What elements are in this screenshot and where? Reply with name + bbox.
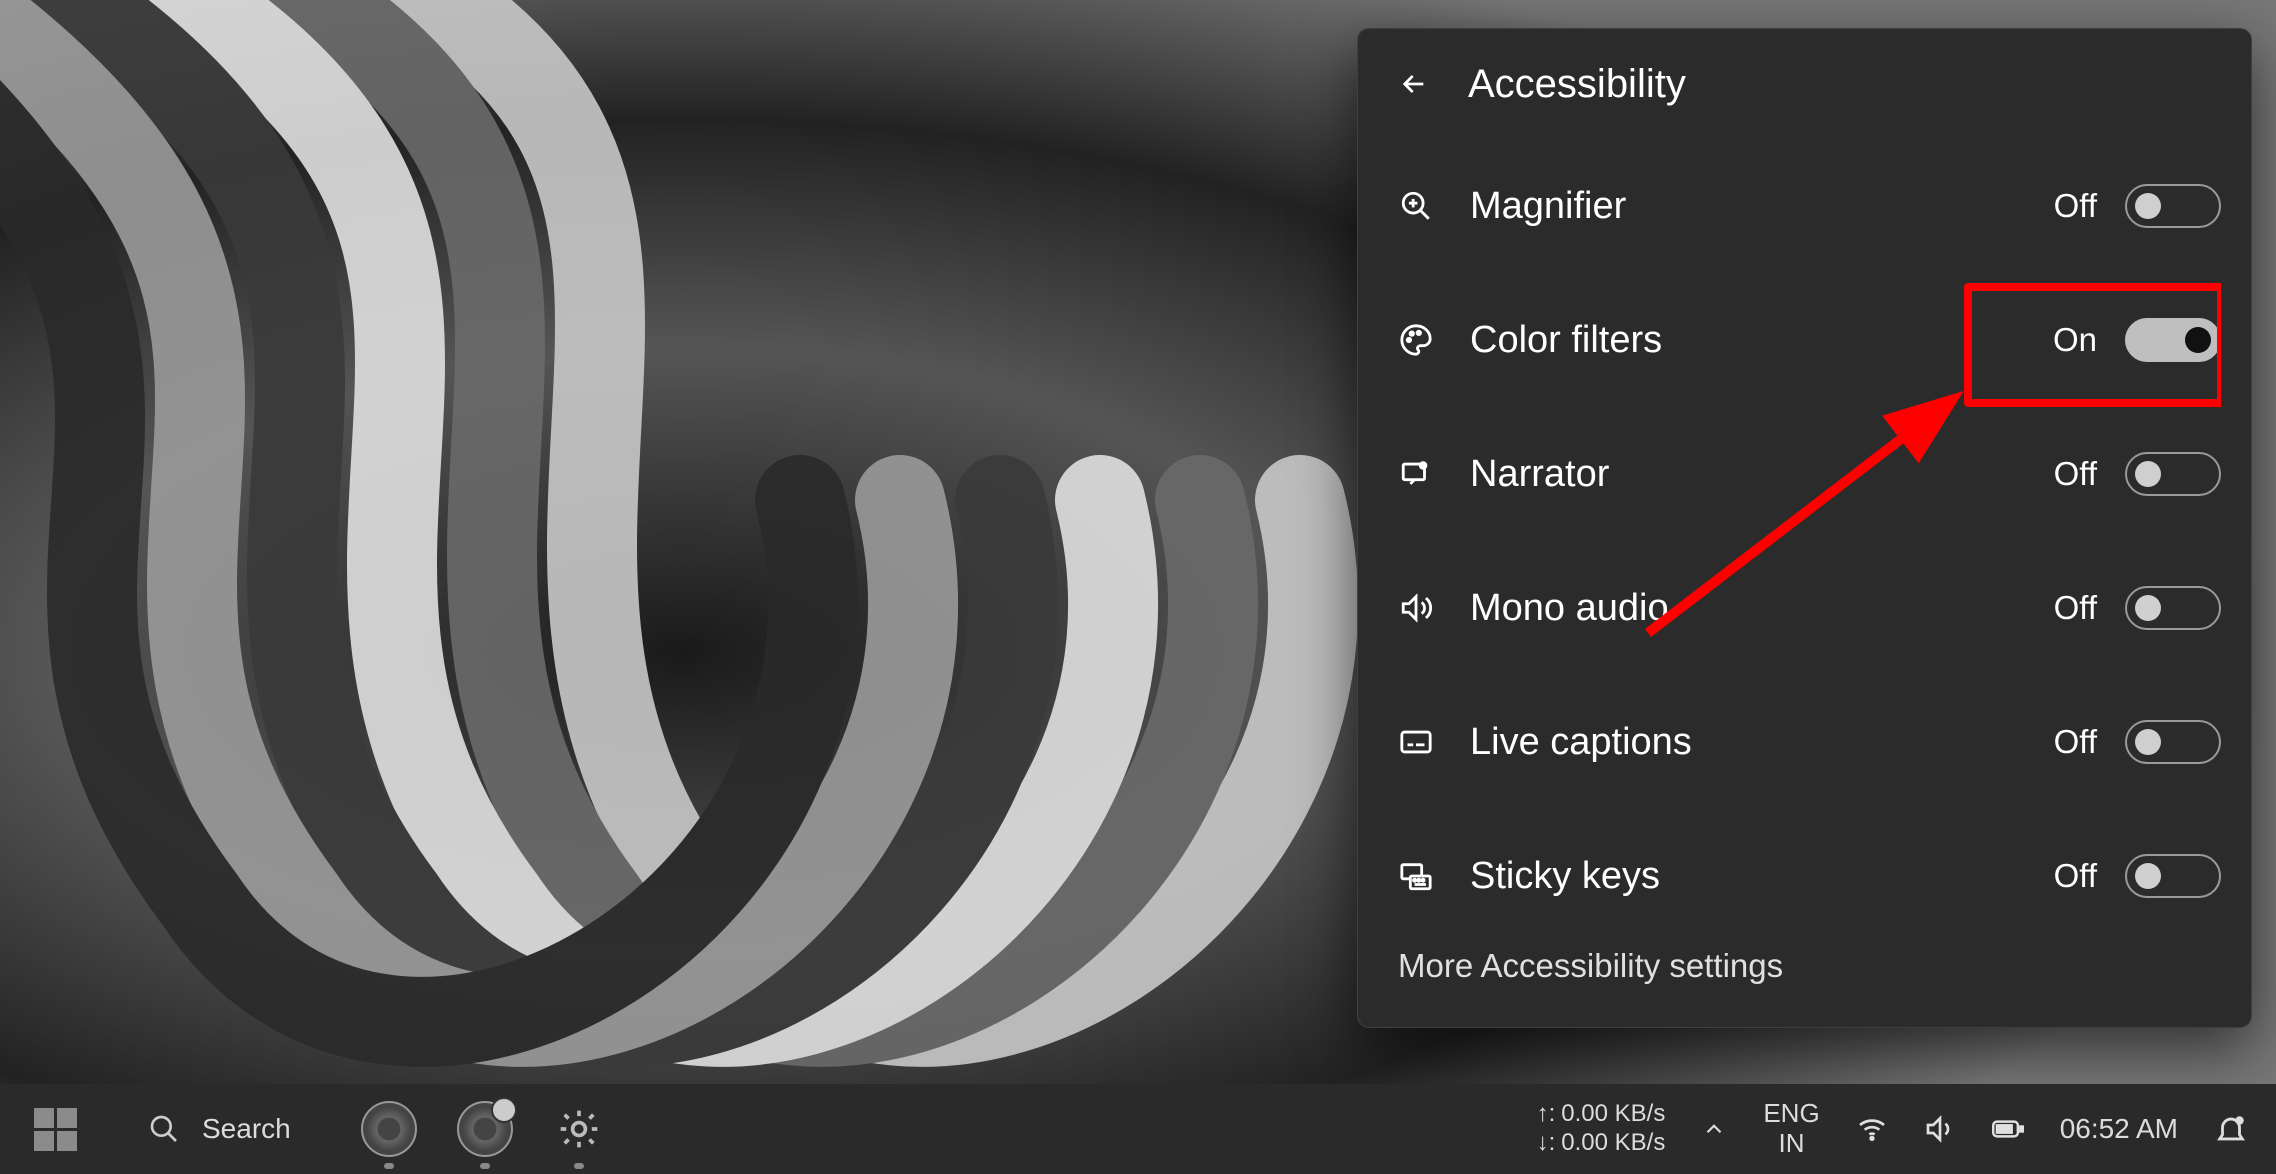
toggle-color-filters[interactable] (2125, 318, 2221, 362)
magnifier-icon (1398, 188, 1434, 224)
panel-title: Accessibility (1468, 62, 1686, 107)
back-button[interactable] (1398, 68, 1430, 100)
setting-row-mono-audio[interactable]: Mono audio Off (1398, 541, 2221, 675)
taskbar-pinned-apps (361, 1101, 605, 1157)
taskbar-search[interactable]: Search (148, 1113, 291, 1145)
toggle-magnifier[interactable] (2125, 184, 2221, 228)
network-stats[interactable]: ↑: 0.00 KB/s ↓: 0.00 KB/s (1537, 1100, 1666, 1158)
more-accessibility-link[interactable]: More Accessibility settings (1398, 947, 2221, 985)
setting-label: Color filters (1470, 319, 2053, 362)
toggle-live-captions[interactable] (2125, 720, 2221, 764)
setting-label: Sticky keys (1470, 855, 2054, 898)
setting-row-narrator[interactable]: Narrator Off (1398, 407, 2221, 541)
setting-label: Mono audio (1470, 587, 2054, 630)
setting-row-live-captions[interactable]: Live captions Off (1398, 675, 2221, 809)
setting-status: On (2053, 321, 2097, 359)
palette-icon (1398, 322, 1434, 358)
setting-status: Off (2054, 589, 2097, 627)
keyboard-icon (1398, 858, 1434, 894)
setting-label: Magnifier (1470, 185, 2054, 228)
toggle-narrator[interactable] (2125, 452, 2221, 496)
panel-body: Magnifier Off Color filters On Narrator (1398, 139, 2221, 1027)
speaker-icon (1398, 590, 1434, 626)
accessibility-panel: Accessibility Magnifier Off Color filter… (1357, 28, 2252, 1028)
taskbar-app-opera-gx[interactable] (457, 1101, 513, 1157)
arrow-up-icon: ↑: (1537, 1100, 1556, 1129)
start-button[interactable] (22, 1096, 88, 1162)
taskbar: Search ↑: 0.00 KB/s ↓: 0.00 KB/s ENG IN (0, 1084, 2276, 1174)
setting-status: Off (2054, 455, 2097, 493)
setting-status: Off (2054, 187, 2097, 225)
language-indicator[interactable]: ENG IN (1763, 1099, 1819, 1159)
setting-status: Off (2054, 857, 2097, 895)
setting-row-magnifier[interactable]: Magnifier Off (1398, 139, 2221, 273)
setting-label: Live captions (1470, 721, 2054, 764)
wifi-icon (1856, 1113, 1888, 1145)
tray-overflow-button[interactable] (1701, 1116, 1727, 1142)
taskbar-app-opera[interactable] (361, 1101, 417, 1157)
narrator-icon (1398, 456, 1434, 492)
clock[interactable]: 06:52 AM (2060, 1113, 2178, 1145)
panel-header: Accessibility (1398, 29, 2221, 139)
taskbar-app-settings[interactable] (553, 1103, 605, 1155)
toggle-mono-audio[interactable] (2125, 586, 2221, 630)
system-tray: ↑: 0.00 KB/s ↓: 0.00 KB/s ENG IN 06:52 A… (1537, 1099, 2276, 1159)
captions-icon (1398, 724, 1434, 760)
windows-logo-icon (34, 1108, 77, 1151)
gear-icon (557, 1107, 601, 1151)
volume-button[interactable] (1924, 1113, 1956, 1145)
wifi-button[interactable] (1856, 1113, 1888, 1145)
setting-label: Narrator (1470, 453, 2054, 496)
setting-row-color-filters[interactable]: Color filters On (1398, 273, 2221, 407)
chevron-up-icon (1701, 1116, 1727, 1142)
setting-row-sticky-keys[interactable]: Sticky keys Off (1398, 809, 2221, 943)
search-icon (148, 1113, 180, 1145)
setting-status: Off (2054, 723, 2097, 761)
toggle-sticky-keys[interactable] (2125, 854, 2221, 898)
arrow-down-icon: ↓: (1537, 1129, 1556, 1158)
notifications-button[interactable] (2214, 1112, 2248, 1146)
volume-icon (1924, 1113, 1956, 1145)
search-label: Search (202, 1113, 291, 1145)
battery-button[interactable] (1992, 1113, 2024, 1145)
desktop-wallpaper: Accessibility Magnifier Off Color filter… (0, 0, 2276, 1084)
bell-icon (2214, 1112, 2248, 1146)
battery-icon (1992, 1113, 2024, 1145)
